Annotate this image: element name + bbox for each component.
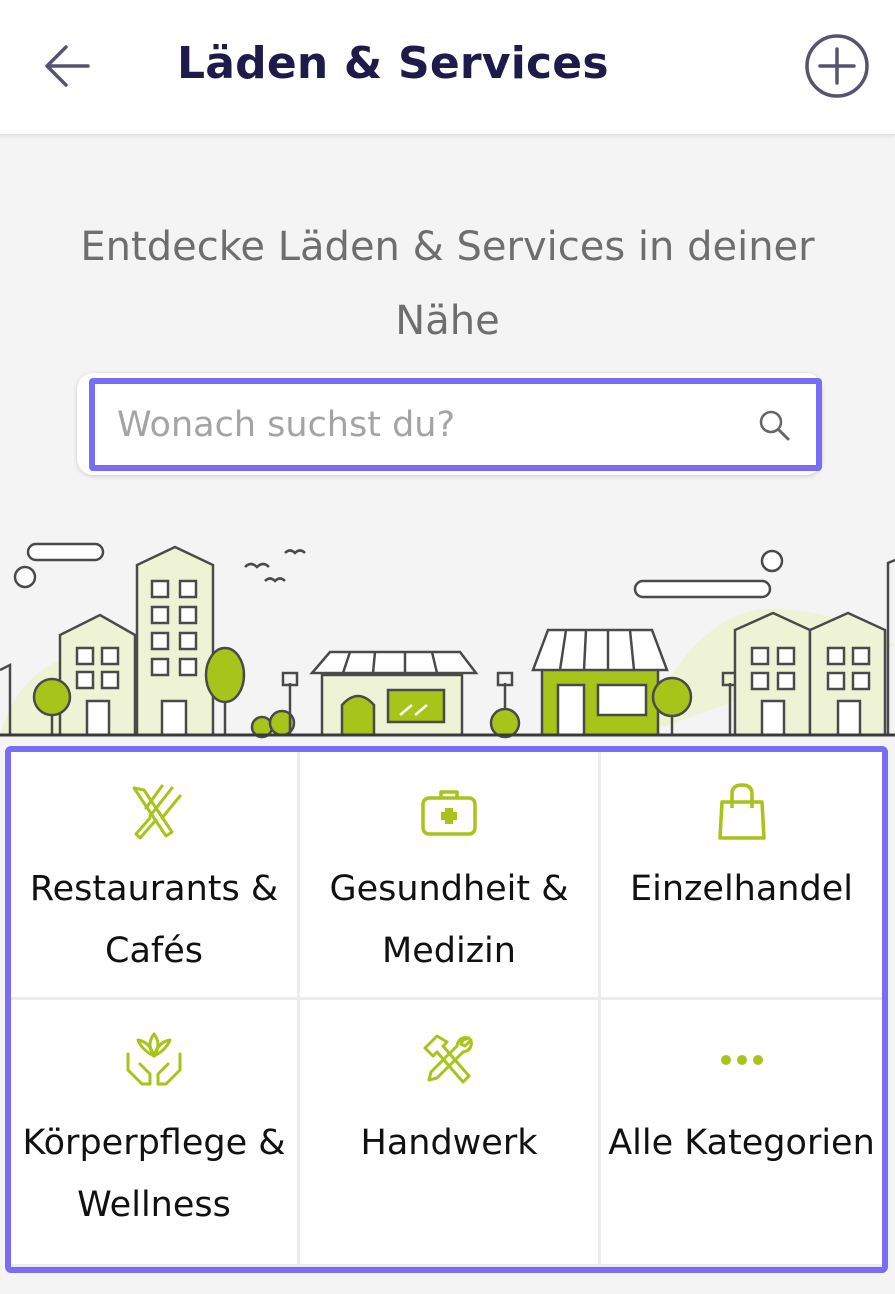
first-aid-kit-icon [421,790,477,836]
category-all[interactable]: Alle Kategorien [601,1000,882,1267]
plus-circle-icon [805,34,869,98]
category-wellness[interactable]: Körperpflege & Wellness [11,1000,300,1267]
search-icon[interactable] [755,406,795,446]
hammer-wrench-icon [423,1034,473,1084]
category-label: Handwerk [360,1123,538,1163]
category-label: Gesundheit & Medizin [329,869,569,971]
category-label: Einzelhandel [630,869,853,909]
search-bar[interactable] [89,378,822,471]
discover-heading: Entdecke Läden & Services in deiner Nähe [80,224,815,344]
category-grid: Restaurants & Cafés Gesundheit & Medizin… [5,746,888,1273]
arrow-left-icon [45,45,90,87]
category-label: Körperpflege & Wellness [22,1123,286,1225]
city-illustration [0,542,895,739]
category-label: Restaurants & Cafés [29,869,279,971]
search-input[interactable] [117,392,737,458]
add-button[interactable] [804,33,870,99]
page-title: Läden & Services [177,38,609,89]
category-retail[interactable]: Einzelhandel [601,752,882,1000]
shopping-bag-icon [717,783,766,840]
lotus-hands-icon [126,1032,182,1086]
fork-knife-icon [132,784,182,840]
category-restaurants[interactable]: Restaurants & Cafés [11,752,300,1000]
app-header: Läden & Services [0,0,895,135]
back-button[interactable] [36,33,98,95]
more-dots-icon [720,1055,763,1065]
category-label: Alle Kategorien [608,1123,875,1163]
category-crafts[interactable]: Handwerk [300,1000,601,1267]
category-health[interactable]: Gesundheit & Medizin [300,752,601,1000]
